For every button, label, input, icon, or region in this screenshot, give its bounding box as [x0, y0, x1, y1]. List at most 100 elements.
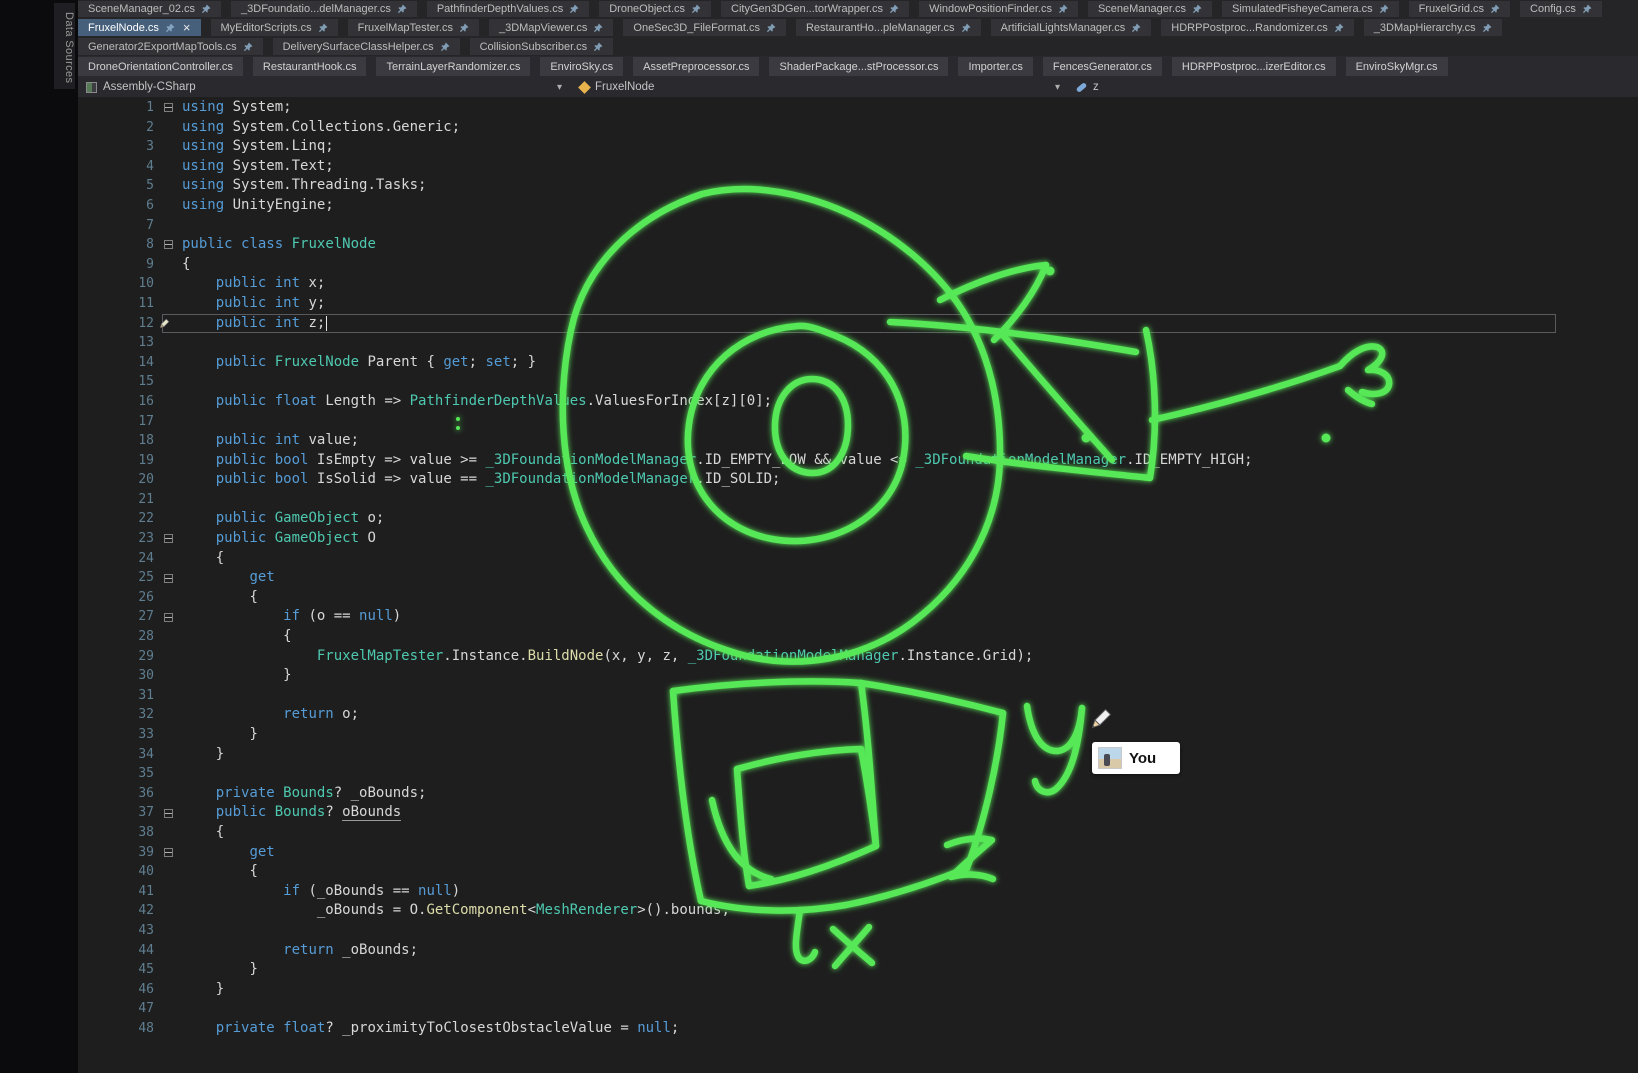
- fold-collapse-icon[interactable]: [162, 848, 182, 857]
- code-line-33[interactable]: }: [162, 725, 1556, 745]
- line-number[interactable]: 17: [78, 412, 162, 432]
- code-line-40[interactable]: {: [162, 862, 1556, 882]
- line-number[interactable]: 21: [78, 490, 162, 510]
- fold-collapse-icon[interactable]: [162, 613, 182, 622]
- close-icon[interactable]: ×: [181, 21, 191, 34]
- line-number[interactable]: 37: [78, 803, 162, 823]
- pin-icon[interactable]: [569, 4, 579, 14]
- line-number[interactable]: 35: [78, 764, 162, 784]
- pin-icon[interactable]: [593, 42, 603, 52]
- code-line-48[interactable]: private float? _proximityToClosestObstac…: [162, 1019, 1556, 1039]
- line-number[interactable]: 48: [78, 1019, 162, 1039]
- code-line-26[interactable]: {: [162, 588, 1556, 608]
- line-number[interactable]: 1: [78, 98, 162, 118]
- pin-icon[interactable]: [1058, 4, 1068, 14]
- tab-scenemanager-cs[interactable]: SceneManager.cs: [1088, 1, 1212, 17]
- fold-collapse-icon[interactable]: [162, 240, 182, 249]
- code-line-6[interactable]: using UnityEngine;: [162, 196, 1556, 216]
- tab-deliverysurfaceclasshelper-cs[interactable]: DeliverySurfaceClassHelper.cs: [273, 38, 460, 55]
- tab-onesec3d-fileformat-cs[interactable]: OneSec3D_FileFormat.cs: [623, 19, 786, 36]
- line-number[interactable]: 36: [78, 784, 162, 804]
- line-number[interactable]: 22: [78, 509, 162, 529]
- pin-icon[interactable]: [593, 23, 603, 33]
- pin-icon[interactable]: [691, 4, 701, 14]
- line-number[interactable]: 29: [78, 647, 162, 667]
- pin-icon[interactable]: [1490, 4, 1500, 14]
- tab-assetpreprocessor-cs[interactable]: AssetPreprocessor.cs: [633, 57, 759, 76]
- chevron-down-icon[interactable]: ▾: [557, 82, 562, 93]
- tab-droneorientationcontroller-cs[interactable]: DroneOrientationController.cs: [78, 57, 243, 76]
- code-line-39[interactable]: get: [162, 843, 1556, 863]
- tab-droneobject-cs[interactable]: DroneObject.cs: [599, 1, 711, 17]
- pin-icon[interactable]: [1482, 23, 1492, 33]
- line-number[interactable]: 23: [78, 529, 162, 549]
- line-number[interactable]: 28: [78, 627, 162, 647]
- line-number[interactable]: 16: [78, 392, 162, 412]
- code-line-8[interactable]: public class FruxelNode: [162, 235, 1556, 255]
- line-number[interactable]: 12: [78, 314, 162, 334]
- editor-gutter[interactable]: 1234567891011121314151617181920212223242…: [78, 97, 162, 1073]
- line-number[interactable]: 38: [78, 823, 162, 843]
- pin-icon[interactable]: [1131, 23, 1141, 33]
- code-line-34[interactable]: }: [162, 745, 1556, 765]
- tab-fencesgenerator-cs[interactable]: FencesGenerator.cs: [1043, 57, 1162, 76]
- line-number[interactable]: 6: [78, 196, 162, 216]
- chevron-down-icon[interactable]: ▾: [1055, 82, 1060, 93]
- editor-code[interactable]: using System;using System.Collections.Ge…: [162, 97, 1556, 1073]
- code-line-12[interactable]: public int z;: [162, 314, 1556, 334]
- code-line-14[interactable]: public FruxelNode Parent { get; set; }: [162, 353, 1556, 373]
- line-number[interactable]: 11: [78, 294, 162, 314]
- code-line-17[interactable]: [162, 412, 1556, 432]
- code-line-38[interactable]: {: [162, 823, 1556, 843]
- line-number[interactable]: 45: [78, 960, 162, 980]
- code-line-37[interactable]: public Bounds? oBounds: [162, 803, 1556, 823]
- tab-importer-cs[interactable]: Importer.cs: [958, 57, 1032, 76]
- line-number[interactable]: 3: [78, 137, 162, 157]
- code-line-16[interactable]: public float Length => PathfinderDepthVa…: [162, 392, 1556, 412]
- code-line-43[interactable]: [162, 921, 1556, 941]
- fold-collapse-icon[interactable]: [162, 103, 182, 112]
- fold-collapse-icon[interactable]: [162, 534, 182, 543]
- line-number[interactable]: 40: [78, 862, 162, 882]
- tab-windowpositionfinder-cs[interactable]: WindowPositionFinder.cs: [919, 1, 1078, 17]
- code-line-7[interactable]: [162, 216, 1556, 236]
- tab-myeditorscripts-cs[interactable]: MyEditorScripts.cs: [211, 19, 338, 36]
- code-line-5[interactable]: using System.Threading.Tasks;: [162, 176, 1556, 196]
- fold-collapse-icon[interactable]: [162, 809, 182, 818]
- line-number[interactable]: 24: [78, 549, 162, 569]
- pin-icon[interactable]: [766, 23, 776, 33]
- code-line-1[interactable]: using System;: [162, 98, 1556, 118]
- code-line-20[interactable]: public bool IsSolid => value == _3DFound…: [162, 470, 1556, 490]
- line-number[interactable]: 7: [78, 216, 162, 236]
- code-line-2[interactable]: using System.Collections.Generic;: [162, 118, 1556, 138]
- code-line-9[interactable]: {: [162, 255, 1556, 275]
- tab--3dmapviewer-cs[interactable]: _3DMapViewer.cs: [489, 19, 613, 36]
- code-line-11[interactable]: public int y;: [162, 294, 1556, 314]
- code-line-3[interactable]: using System.Linq;: [162, 137, 1556, 157]
- tab-fruxelgrid-cs[interactable]: FruxelGrid.cs: [1409, 1, 1510, 17]
- line-number[interactable]: 32: [78, 705, 162, 725]
- line-number[interactable]: 9: [78, 255, 162, 275]
- line-number[interactable]: 33: [78, 725, 162, 745]
- code-line-22[interactable]: public GameObject o;: [162, 509, 1556, 529]
- pin-icon[interactable]: [1379, 4, 1389, 14]
- code-line-35[interactable]: [162, 764, 1556, 784]
- code-line-4[interactable]: using System.Text;: [162, 157, 1556, 177]
- code-line-30[interactable]: }: [162, 666, 1556, 686]
- code-line-47[interactable]: [162, 999, 1556, 1019]
- code-line-31[interactable]: [162, 686, 1556, 706]
- code-line-36[interactable]: private Bounds? _oBounds;: [162, 784, 1556, 804]
- line-number[interactable]: 2: [78, 118, 162, 138]
- line-number[interactable]: 20: [78, 470, 162, 490]
- line-number[interactable]: 41: [78, 882, 162, 902]
- fold-collapse-icon[interactable]: [162, 574, 182, 583]
- line-number[interactable]: 14: [78, 353, 162, 373]
- line-number[interactable]: 5: [78, 176, 162, 196]
- tab-simulatedfisheyecamera-cs[interactable]: SimulatedFisheyeCamera.cs: [1222, 1, 1399, 17]
- code-line-15[interactable]: [162, 372, 1556, 392]
- tab-hdrppostproc-izereditor-cs[interactable]: HDRPPostproc...izerEditor.cs: [1172, 57, 1336, 76]
- pin-icon[interactable]: [440, 42, 450, 52]
- line-number[interactable]: 34: [78, 745, 162, 765]
- code-line-19[interactable]: public bool IsEmpty => value >= _3DFound…: [162, 451, 1556, 471]
- line-number[interactable]: 25: [78, 568, 162, 588]
